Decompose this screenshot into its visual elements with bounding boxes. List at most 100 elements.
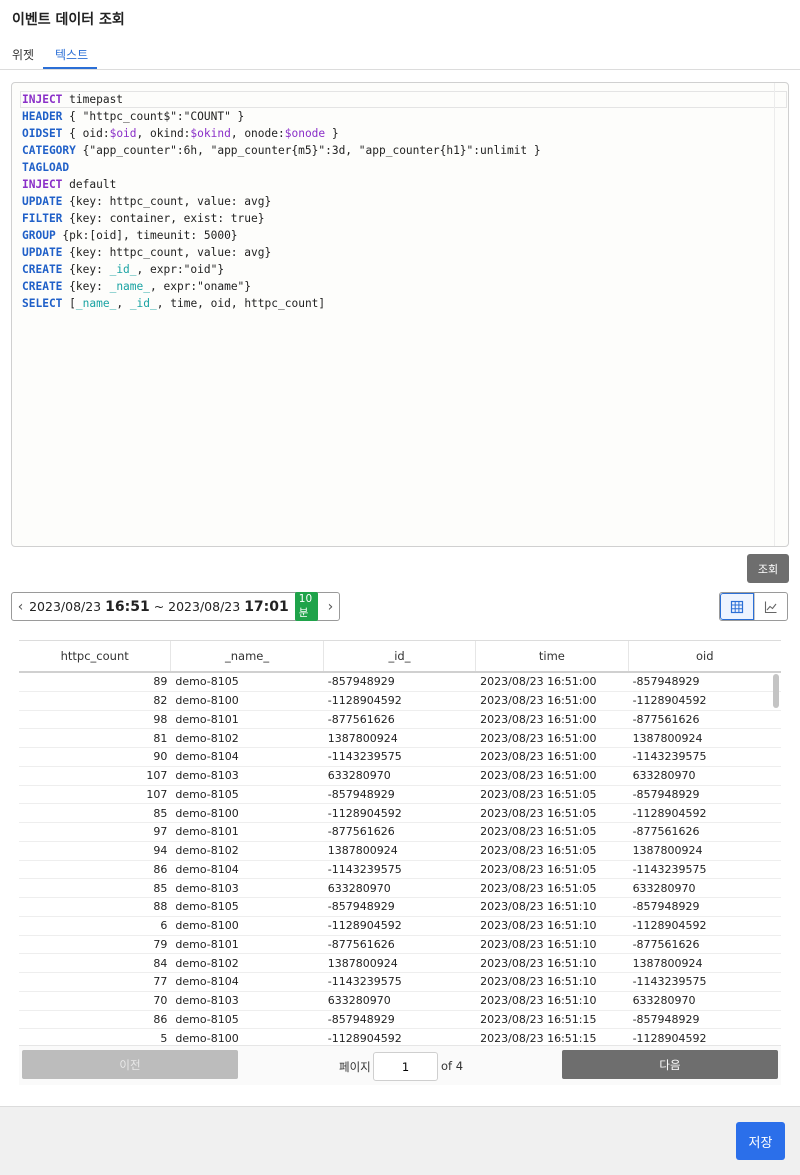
table-cell: demo-8104 <box>175 862 239 876</box>
table-row[interactable]: 77 demo-8104 -1143239575 2023/08/23 16:51:1… <box>19 973 781 992</box>
table-row[interactable]: 107 demo-8103 633280970 2023/08/23 16:51:00… <box>19 767 781 786</box>
code-token: , onode: <box>230 127 285 140</box>
code-line: UPDATE {key: httpc_count, value: avg} <box>22 244 541 261</box>
query-editor[interactable]: INJECT timepast HEADER { "httpc_count$":"… <box>11 82 789 547</box>
tab-text[interactable]: 텍스트 <box>55 46 88 63</box>
table-row[interactable]: 85 demo-8103 633280970 2023/08/23 16:51:05 6… <box>19 879 781 898</box>
table-row[interactable]: 90 demo-8104 -1143239575 2023/08/23 16:51:0… <box>19 748 781 767</box>
code-token: $okind <box>190 127 231 140</box>
table-cell: demo-8102 <box>175 956 239 970</box>
table-cell: -877561626 <box>632 825 700 839</box>
code-token: INJECT <box>22 178 63 191</box>
code-token: {key: container, exist: true} <box>62 212 265 225</box>
table-cell: 2023/08/23 16:51:05 <box>480 881 597 895</box>
code-token: {key: httpc_count, value: avg} <box>62 195 272 208</box>
table-cell: -1143239575 <box>327 750 402 764</box>
editor-scrollbar[interactable] <box>774 83 788 546</box>
table-cell: -877561626 <box>327 825 395 839</box>
table-cell: 2023/08/23 16:51:00 <box>480 712 597 726</box>
time-range-picker[interactable]: ‹ 2023/08/23 16:51 ~ 2023/08/23 17:01 10… <box>11 592 340 621</box>
table-cell: 90 <box>153 750 168 764</box>
table-cell: -1143239575 <box>632 862 707 876</box>
table-cell: 2023/08/23 16:51:15 <box>480 1012 597 1026</box>
table-cell: 1387800924 <box>327 731 398 745</box>
table-row[interactable]: 70 demo-8103 633280970 2023/08/23 16:51:10 6… <box>19 992 781 1011</box>
code-token: TAGLOAD <box>22 161 70 174</box>
code-token: {"app_counter":6h, "app_counter{m5}":3d,… <box>75 144 541 157</box>
table-row[interactable]: 86 demo-8104 -1143239575 2023/08/23 16:51:0… <box>19 861 781 880</box>
table-cell: 2023/08/23 16:51:10 <box>480 937 597 951</box>
tab-bar: 위젯 텍스트 <box>0 40 800 70</box>
column-header[interactable]: _name_ <box>171 641 324 671</box>
column-header[interactable]: httpc_count <box>19 641 172 671</box>
code-token: { "httpc_count$":"COUNT" } <box>62 110 245 123</box>
table-cell: 94 <box>153 844 168 858</box>
table-cell: -1143239575 <box>632 975 707 989</box>
table-row[interactable]: 81 demo-8102 1387800924 2023/08/23 16:51:00… <box>19 729 781 748</box>
code-line: FILTER {key: container, exist: true} <box>22 210 541 227</box>
save-button[interactable]: 저장 <box>736 1122 785 1160</box>
column-header[interactable]: _id_ <box>324 641 477 671</box>
time-range-text[interactable]: 2023/08/23 16:51 ~ 2023/08/23 17:01 <box>29 599 289 615</box>
column-header[interactable]: oid <box>629 641 781 671</box>
page-label: 페이지 <box>339 1060 371 1074</box>
table-cell: -1143239575 <box>327 975 402 989</box>
table-cell: demo-8100 <box>175 1031 239 1045</box>
table-row[interactable]: 97 demo-8101 -877561626 2023/08/23 16:51:05… <box>19 823 781 842</box>
table-cell: demo-8100 <box>175 806 239 820</box>
table-cell: 1387800924 <box>632 844 703 858</box>
table-row[interactable]: 6 demo-8100 -1128904592 2023/08/23 16:51:10… <box>19 917 781 936</box>
table-cell: -1128904592 <box>632 806 707 820</box>
table-cell: 2023/08/23 16:51:10 <box>480 975 597 989</box>
table-row[interactable]: 85 demo-8100 -1128904592 2023/08/23 16:51:0… <box>19 804 781 823</box>
table-row[interactable]: 84 demo-8102 1387800924 2023/08/23 16:51:10… <box>19 954 781 973</box>
table-row[interactable]: 107 demo-8105 -857948929 2023/08/23 16:51:0… <box>19 786 781 805</box>
column-header[interactable]: time <box>476 641 629 671</box>
table-cell: -1128904592 <box>327 1031 402 1045</box>
table-cell: 107 <box>146 769 168 783</box>
view-toggle <box>719 592 788 621</box>
table-view-button[interactable] <box>720 593 754 620</box>
table-row[interactable]: 88 demo-8105 -857948929 2023/08/23 16:51:10… <box>19 898 781 917</box>
table-cell: demo-8100 <box>175 919 239 933</box>
table-row[interactable]: 98 demo-8101 -877561626 2023/08/23 16:51:00… <box>19 711 781 730</box>
table-scrollbar-thumb[interactable] <box>773 674 779 708</box>
table-row[interactable]: 79 demo-8101 -877561626 2023/08/23 16:51:10… <box>19 936 781 955</box>
table-cell: 88 <box>153 900 168 914</box>
table-cell: 2023/08/23 16:51:15 <box>480 1031 597 1045</box>
table-cell: 2023/08/23 16:51:00 <box>480 694 597 708</box>
page-number-input[interactable] <box>373 1052 438 1081</box>
table-cell: 2023/08/23 16:51:00 <box>480 750 597 764</box>
table-row[interactable]: 86 demo-8105 -857948929 2023/08/23 16:51:15… <box>19 1011 781 1030</box>
table-cell: -857948929 <box>327 675 395 689</box>
result-table: httpc_count _name_ _id_ time oid 89 demo-8105… <box>19 640 781 1046</box>
code-line: GROUP {pk:[oid], timeunit: 5000} <box>22 227 541 244</box>
next-page-button[interactable]: 다음 <box>562 1050 778 1079</box>
prev-page-button[interactable]: 이전 <box>22 1050 238 1079</box>
code-token: {key: httpc_count, value: avg} <box>62 246 272 259</box>
chart-view-button[interactable] <box>753 593 788 620</box>
table-cell: demo-8100 <box>175 694 239 708</box>
query-button[interactable]: 조회 <box>747 554 789 583</box>
table-cell: -1128904592 <box>327 694 402 708</box>
table-row[interactable]: 94 demo-8102 1387800924 2023/08/23 16:51:05… <box>19 842 781 861</box>
table-row[interactable]: 5 demo-8100 -1128904592 2023/08/23 16:51:15… <box>19 1029 781 1046</box>
table-cell: demo-8101 <box>175 825 239 839</box>
table-cell: 6 <box>160 919 168 933</box>
code-token: GROUP <box>22 229 56 242</box>
code-token: default <box>62 178 117 191</box>
editor-code[interactable]: INJECT timepast HEADER { "httpc_count$":"… <box>22 91 541 312</box>
code-line: CREATE {key: _id_, expr:"oid"} <box>22 261 541 278</box>
duration-badge: 10분 <box>294 592 318 621</box>
table-cell: demo-8104 <box>175 975 239 989</box>
table-cell: -857948929 <box>327 787 395 801</box>
tab-widget[interactable]: 위젯 <box>12 46 34 63</box>
next-range-icon[interactable]: › <box>322 599 339 615</box>
prev-range-icon[interactable]: ‹ <box>12 599 29 615</box>
table-row[interactable]: 89 demo-8105 -857948929 2023/08/23 16:51:00… <box>19 673 781 692</box>
code-token: CREATE <box>22 263 63 276</box>
table-row[interactable]: 82 demo-8100 -1128904592 2023/08/23 16:51:0… <box>19 692 781 711</box>
table-cell: 1387800924 <box>632 731 703 745</box>
table-cell: -857948929 <box>632 787 700 801</box>
code-token: SELECT <box>22 297 63 310</box>
